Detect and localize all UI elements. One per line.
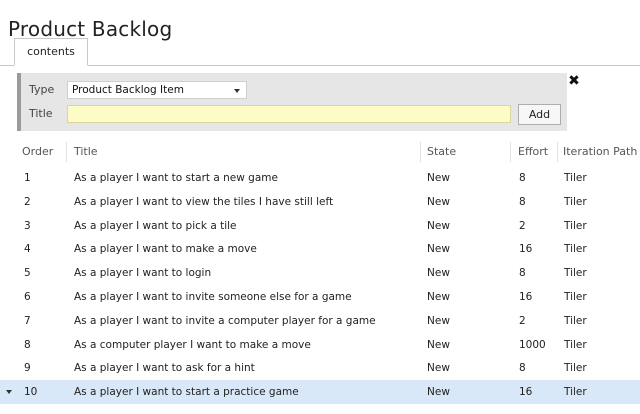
- column-divider[interactable]: [557, 142, 558, 162]
- column-divider[interactable]: [420, 142, 421, 162]
- cell-state: New: [427, 172, 450, 184]
- cell-state: New: [427, 314, 450, 327]
- cell-title: As a player I want to pick a tile: [74, 219, 237, 232]
- cell-state: New: [427, 338, 450, 351]
- table-row[interactable]: 7 As a player I want to invite a computer…: [0, 309, 640, 333]
- cell-effort: 16: [519, 291, 533, 303]
- cell-iteration-path: Tiler: [564, 172, 587, 184]
- table-row[interactable]: 8 As a computer player I want to make a m…: [0, 333, 640, 357]
- cell-title: As a player I want to ask for a hint: [74, 362, 255, 375]
- cell-effort: 8: [519, 362, 526, 375]
- cell-iteration-path: Tiler: [564, 243, 587, 256]
- table-row[interactable]: 10 As a player I want to start a practice…: [0, 380, 640, 405]
- cell-effort: 2: [519, 314, 526, 327]
- cell-effort: 8: [519, 195, 526, 208]
- cell-order: 6: [24, 291, 31, 303]
- column-header-state[interactable]: State: [427, 142, 456, 162]
- cell-iteration-path: Tiler: [564, 267, 587, 280]
- cell-order: 9: [24, 362, 31, 375]
- cell-state: New: [427, 219, 450, 232]
- cell-order: 7: [24, 314, 31, 327]
- cell-state: New: [427, 267, 450, 280]
- cell-iteration-path: Tiler: [564, 291, 587, 303]
- cell-iteration-path: Tiler: [564, 219, 587, 232]
- cell-title: As a player I want to invite a computer …: [74, 314, 376, 327]
- cell-iteration-path: Tiler: [564, 386, 587, 399]
- table-row[interactable]: 4 As a player I want to make a move New 16 T…: [0, 237, 640, 261]
- close-icon[interactable]: ✖: [567, 74, 581, 88]
- cell-state: New: [427, 195, 450, 208]
- cell-order: 5: [24, 267, 31, 280]
- cell-title: As a player I want to view the tiles I h…: [74, 195, 334, 208]
- type-label: Type: [29, 83, 55, 96]
- column-header-iteration-path[interactable]: Iteration Path: [563, 142, 637, 162]
- type-dropdown-value: Product Backlog Item: [72, 84, 184, 96]
- cell-title: As a player I want to make a move: [74, 243, 257, 256]
- cell-effort: 16: [519, 243, 533, 256]
- cell-order: 2: [24, 195, 31, 208]
- cell-iteration-path: Tiler: [564, 195, 587, 208]
- chevron-down-icon: [234, 89, 240, 93]
- cell-effort: 2: [519, 219, 526, 232]
- column-divider[interactable]: [66, 142, 67, 162]
- cell-state: New: [427, 243, 450, 256]
- add-button[interactable]: Add: [518, 104, 561, 125]
- row-menu-icon[interactable]: [6, 390, 12, 395]
- cell-effort: 8: [519, 267, 526, 280]
- cell-iteration-path: Tiler: [564, 362, 587, 375]
- cell-order: 4: [24, 243, 31, 256]
- cell-order: 10: [24, 386, 38, 399]
- tab-contents[interactable]: contents: [14, 38, 88, 66]
- table-row[interactable]: 5 As a player I want to login New 8 Tiler: [0, 261, 640, 285]
- table-row[interactable]: 9 As a player I want to ask for a hint New…: [0, 356, 640, 380]
- table-row[interactable]: 2 As a player I want to view the tiles I …: [0, 190, 640, 214]
- cell-order: 3: [24, 219, 31, 232]
- table-row[interactable]: 3 As a player I want to pick a tile New 2 Ti…: [0, 214, 640, 238]
- title-label: Title: [29, 107, 53, 120]
- table-row[interactable]: 6 As a player I want to invite someone el…: [0, 285, 640, 309]
- cell-state: New: [427, 386, 450, 399]
- title-input[interactable]: [67, 105, 511, 123]
- cell-order: 8: [24, 338, 31, 351]
- cell-title: As a player I want to start a practice g…: [74, 386, 299, 399]
- table-row[interactable]: 1 As a player I want to start a new game N…: [0, 166, 640, 190]
- cell-title: As a player I want to start a new game: [74, 172, 278, 184]
- cell-effort: 16: [519, 386, 533, 399]
- cell-title: As a computer player I want to make a mo…: [74, 338, 311, 351]
- column-header-effort[interactable]: Effort: [518, 142, 548, 162]
- add-item-panel: Type Product Backlog Item Title Add ✖: [17, 73, 580, 131]
- column-header-order[interactable]: Order: [22, 142, 53, 162]
- tab-bar: contents: [0, 38, 640, 66]
- cell-effort: 1000: [519, 338, 546, 351]
- column-divider[interactable]: [510, 142, 511, 162]
- cell-iteration-path: Tiler: [564, 338, 587, 351]
- cell-iteration-path: Tiler: [564, 314, 587, 327]
- cell-title: As a player I want to login: [74, 267, 212, 280]
- type-dropdown[interactable]: Product Backlog Item: [67, 81, 247, 99]
- cell-effort: 8: [519, 172, 526, 184]
- cell-title: As a player I want to invite someone els…: [74, 291, 352, 303]
- column-header-title[interactable]: Title: [74, 142, 98, 162]
- cell-state: New: [427, 362, 450, 375]
- cell-order: 1: [24, 172, 31, 184]
- cell-state: New: [427, 291, 450, 303]
